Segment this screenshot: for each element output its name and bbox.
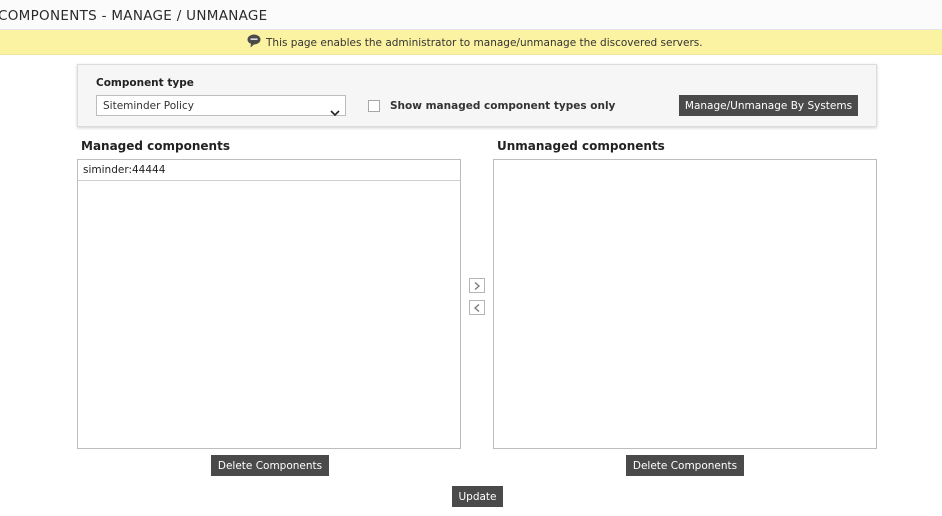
banner-text: This page enables the administrator to m… <box>266 37 703 49</box>
chevron-left-icon <box>474 304 480 312</box>
update-button[interactable]: Update <box>452 486 503 507</box>
managed-components-heading: Managed components <box>81 139 230 153</box>
move-to-unmanaged-button[interactable] <box>469 278 485 293</box>
unmanaged-components-heading: Unmanaged components <box>497 139 665 153</box>
manage-by-systems-button[interactable]: Manage/Unmanage By Systems <box>679 95 858 116</box>
managed-components-list[interactable]: siminder:44444 <box>77 159 461 449</box>
component-type-selected-value: Siteminder Policy <box>103 100 194 112</box>
chevron-down-icon <box>330 102 340 117</box>
chevron-right-icon <box>474 282 480 290</box>
show-managed-checkbox[interactable] <box>368 100 380 112</box>
info-banner: This page enables the administrator to m… <box>0 30 942 55</box>
component-type-panel: Component type Siteminder Policy Show ma… <box>77 64 877 127</box>
show-managed-label: Show managed component types only <box>390 100 616 112</box>
list-item[interactable]: siminder:44444 <box>78 160 460 181</box>
title-bar: COMPONENTS - MANAGE / UNMANAGE <box>0 0 942 30</box>
delete-managed-components-button[interactable]: Delete Components <box>211 455 329 476</box>
delete-unmanaged-components-button[interactable]: Delete Components <box>626 455 744 476</box>
component-type-label: Component type <box>96 77 194 89</box>
unmanaged-components-list[interactable] <box>493 159 877 449</box>
page-title: COMPONENTS - MANAGE / UNMANAGE <box>0 8 268 24</box>
component-type-select[interactable]: Siteminder Policy <box>96 95 346 117</box>
move-to-managed-button[interactable] <box>469 300 485 315</box>
speech-bubble-icon <box>246 33 262 49</box>
